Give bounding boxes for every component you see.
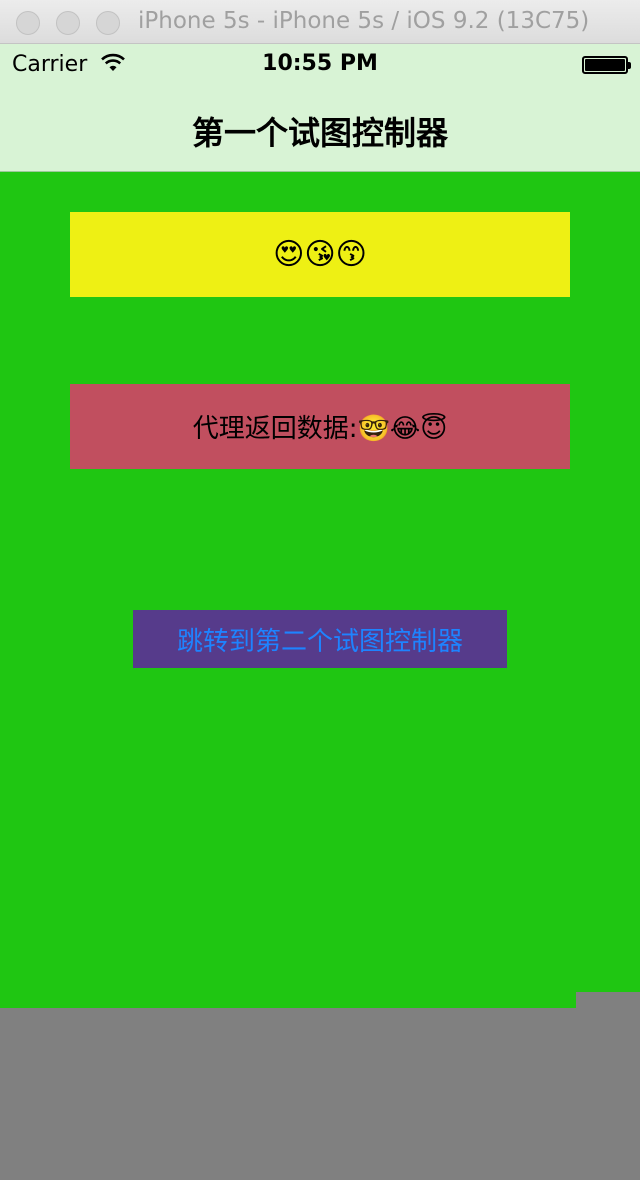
- simulator-window: iPhone 5s - iPhone 5s / iOS 9.2 (13C75) …: [0, 0, 640, 1180]
- main-content: 😍😘😙 代理返回数据:🤓😂😇 跳转到第二个试图控制器: [0, 172, 640, 1008]
- emoji-label: 😍😘😙: [70, 212, 570, 297]
- delegate-data-label: 代理返回数据:🤓😂😇: [70, 384, 570, 469]
- content-edge-gap: [576, 992, 640, 1008]
- battery-icon: [582, 56, 631, 74]
- nav-title: 第一个试图控制器: [191, 114, 448, 152]
- simulator-title: iPhone 5s - iPhone 5s / iOS 9.2 (13C75): [138, 8, 590, 34]
- status-bar: Carrier 10:55 PM: [0, 44, 640, 86]
- navigation-bar: 第一个试图控制器: [0, 86, 640, 172]
- minimize-window-button[interactable]: [56, 11, 80, 35]
- close-window-button[interactable]: [16, 11, 40, 35]
- jump-to-second-controller-button[interactable]: 跳转到第二个试图控制器: [133, 610, 507, 668]
- status-time: 10:55 PM: [262, 51, 378, 76]
- zoom-window-button[interactable]: [96, 11, 120, 35]
- simulator-title-bar: iPhone 5s - iPhone 5s / iOS 9.2 (13C75): [0, 0, 640, 44]
